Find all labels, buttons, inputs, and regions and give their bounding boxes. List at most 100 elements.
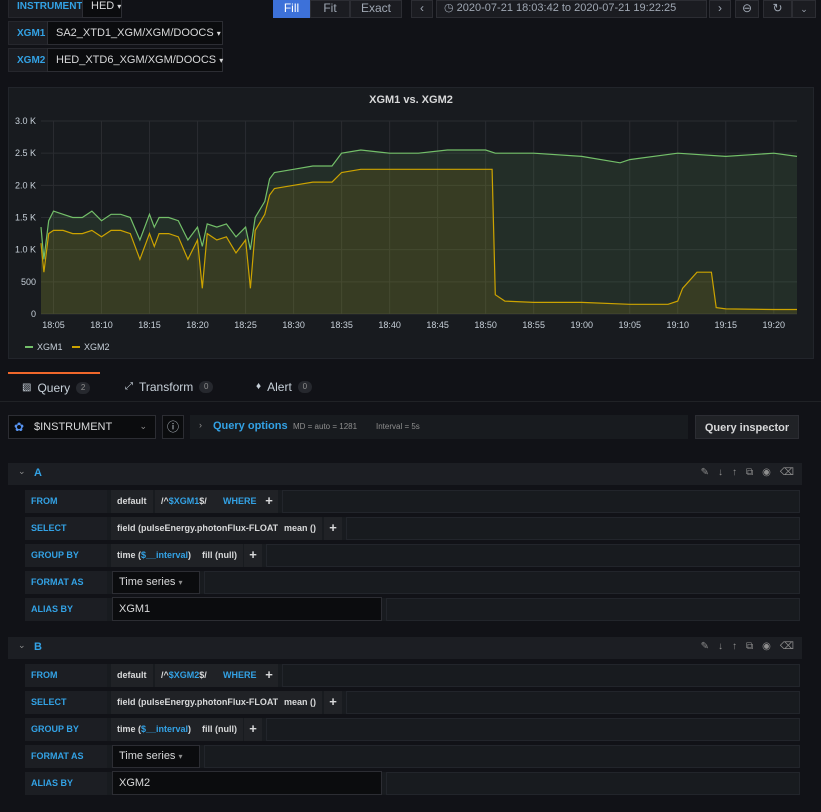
add-where-button[interactable]: + bbox=[260, 664, 278, 687]
group-time-segment[interactable]: time ($__interval) bbox=[111, 718, 198, 741]
chart: 0 500 1.0 K 1.5 K 2.0 K 2.5 K 3.0 K 18:05 18:10 1… bbox=[15, 116, 798, 330]
format-as-select[interactable]: Time series ▾ bbox=[112, 571, 200, 594]
from-db-segment[interactable]: default bbox=[111, 664, 153, 687]
query-options-interval: Interval = 5s bbox=[376, 422, 420, 431]
pencil-icon[interactable]: ✎ bbox=[701, 641, 709, 652]
query-row-a-header[interactable]: ⌄ A ✎ ↓ ↑ ⧉ ◉ ⌫ bbox=[8, 463, 802, 485]
select-field-segment[interactable]: field (pulseEnergy.photonFlux-FLOAT) bbox=[111, 517, 288, 540]
tab-transform[interactable]: ⤢ Transform 0 bbox=[125, 372, 214, 402]
query-inspector-button[interactable]: Query inspector bbox=[695, 415, 799, 439]
group-time-prefix: time ( bbox=[117, 550, 142, 560]
legend-item-xgm1[interactable]: XGM1 bbox=[25, 342, 63, 352]
x-tick-label: 19:10 bbox=[666, 320, 689, 330]
group-fill-segment[interactable]: fill (null) bbox=[196, 718, 243, 741]
fill-button[interactable]: Fill bbox=[273, 0, 310, 18]
copy-icon[interactable]: ⧉ bbox=[746, 641, 753, 652]
fit-button[interactable]: Fit bbox=[310, 0, 350, 18]
format-as-label: FORMAT AS bbox=[25, 571, 107, 594]
x-tick-label: 19:20 bbox=[763, 320, 786, 330]
group-by-label: GROUP BY bbox=[25, 544, 107, 567]
where-label: WHERE bbox=[217, 664, 263, 687]
tab-label: Transform bbox=[139, 380, 194, 394]
add-where-button[interactable]: + bbox=[260, 490, 278, 513]
select-label: SELECT bbox=[25, 517, 107, 540]
exact-button[interactable]: Exact bbox=[350, 0, 402, 18]
xgm2-select[interactable]: HED_XTD6_XGM/XGM/DOOCS ▾ bbox=[47, 48, 223, 72]
eye-icon[interactable]: ◉ bbox=[762, 641, 771, 652]
x-tick-label: 18:30 bbox=[282, 320, 305, 330]
influxdb-icon: ✿ bbox=[14, 420, 25, 434]
eye-icon[interactable]: ◉ bbox=[762, 467, 771, 478]
chevron-down-icon: ⌄ bbox=[139, 421, 147, 431]
from-label: FROM bbox=[25, 664, 107, 687]
y-tick-label: 3.0 K bbox=[15, 116, 36, 126]
database-icon: ▧ bbox=[22, 382, 32, 393]
xgm1-select[interactable]: SA2_XTD1_XGM/XGM/DOOCS ▾ bbox=[47, 21, 223, 45]
select-fn-segment[interactable]: mean () bbox=[278, 691, 323, 714]
x-tick-label: 19:15 bbox=[715, 320, 738, 330]
legend-item-xgm2[interactable]: XGM2 bbox=[72, 342, 110, 352]
add-select-button[interactable]: + bbox=[324, 691, 342, 714]
alias-by-row: ALIAS BY XGM1 bbox=[25, 597, 800, 621]
chevron-right-icon: › bbox=[199, 420, 202, 430]
arrow-up-icon[interactable]: ↑ bbox=[732, 467, 737, 478]
select-field-segment[interactable]: field (pulseEnergy.photonFlux-FLOAT) bbox=[111, 691, 288, 714]
group-time-suffix: ) bbox=[188, 724, 192, 734]
time-range-text: 2020-07-21 18:03:42 to 2020-07-21 19:22:… bbox=[456, 2, 677, 14]
instrument-select[interactable]: HED ▾ bbox=[82, 0, 122, 18]
x-tick-label: 18:15 bbox=[138, 320, 161, 330]
alias-input[interactable]: XGM2 bbox=[112, 771, 382, 795]
format-as-row: FORMAT AS Time series ▾ bbox=[25, 571, 800, 594]
refresh-button[interactable]: ↻ bbox=[763, 0, 792, 18]
add-group-button[interactable]: + bbox=[244, 718, 262, 741]
format-as-label: FORMAT AS bbox=[25, 745, 107, 768]
alias-input[interactable]: XGM1 bbox=[112, 597, 382, 621]
zoom-out-icon: ⊖ bbox=[741, 1, 753, 15]
format-as-row: FORMAT AS Time series ▾ bbox=[25, 745, 800, 768]
legend-label: XGM1 bbox=[37, 342, 63, 352]
format-as-select[interactable]: Time series ▾ bbox=[112, 745, 200, 768]
query-options-bar[interactable]: › Query options MD = auto = 1281 Interva… bbox=[190, 415, 688, 439]
chevron-right-icon: › bbox=[718, 1, 722, 15]
row-filler bbox=[204, 745, 800, 768]
query-row-b-header[interactable]: ⌄ B ✎ ↓ ↑ ⧉ ◉ ⌫ bbox=[8, 637, 802, 659]
alias-by-row: ALIAS BY XGM2 bbox=[25, 771, 800, 795]
chevron-down-icon: ▾ bbox=[216, 29, 221, 38]
where-label: WHERE bbox=[217, 490, 263, 513]
refresh-interval-dropdown[interactable]: ⌄ bbox=[792, 0, 816, 18]
legend-label: XGM2 bbox=[84, 342, 110, 352]
time-range-picker[interactable]: ◷ 2020-07-21 18:03:42 to 2020-07-21 19:2… bbox=[436, 0, 707, 18]
xgm2-value: HED_XTD6_XGM/XGM/DOOCS bbox=[56, 54, 217, 66]
x-tick-label: 18:25 bbox=[234, 320, 257, 330]
trash-icon[interactable]: ⌫ bbox=[780, 467, 794, 478]
time-forward-button[interactable]: › bbox=[709, 0, 731, 18]
tab-count: 0 bbox=[297, 381, 312, 393]
x-tick-label: 19:05 bbox=[618, 320, 641, 330]
group-fill-segment[interactable]: fill (null) bbox=[196, 544, 243, 567]
time-back-button[interactable]: ‹ bbox=[411, 0, 433, 18]
help-button[interactable]: ⓘ bbox=[162, 415, 184, 439]
arrow-down-icon[interactable]: ↓ bbox=[718, 467, 723, 478]
query-options-md: MD = auto = 1281 bbox=[293, 422, 358, 431]
add-group-button[interactable]: + bbox=[244, 544, 262, 567]
pencil-icon[interactable]: ✎ bbox=[701, 467, 709, 478]
tab-query[interactable]: ▧ Query 2 bbox=[8, 372, 100, 402]
x-tick-label: 18:20 bbox=[186, 320, 209, 330]
x-tick-label: 18:35 bbox=[330, 320, 353, 330]
arrow-up-icon[interactable]: ↑ bbox=[732, 641, 737, 652]
datasource-picker[interactable]: ✿ $INSTRUMENT ⌄ bbox=[8, 415, 156, 439]
trash-icon[interactable]: ⌫ bbox=[780, 641, 794, 652]
arrow-down-icon[interactable]: ↓ bbox=[718, 641, 723, 652]
row-filler bbox=[282, 664, 800, 687]
group-time-segment[interactable]: time ($__interval) bbox=[111, 544, 198, 567]
query-options-label: Query options bbox=[213, 420, 288, 432]
zoom-out-button[interactable]: ⊖ bbox=[735, 0, 759, 18]
copy-icon[interactable]: ⧉ bbox=[746, 467, 753, 478]
alias-by-label: ALIAS BY bbox=[25, 598, 107, 621]
add-select-button[interactable]: + bbox=[324, 517, 342, 540]
help-icon: ⓘ bbox=[166, 420, 179, 434]
tab-alert[interactable]: ♦ Alert 0 bbox=[256, 372, 312, 402]
from-db-segment[interactable]: default bbox=[111, 490, 153, 513]
chevron-down-icon: ⌄ bbox=[18, 640, 26, 650]
select-fn-segment[interactable]: mean () bbox=[278, 517, 323, 540]
